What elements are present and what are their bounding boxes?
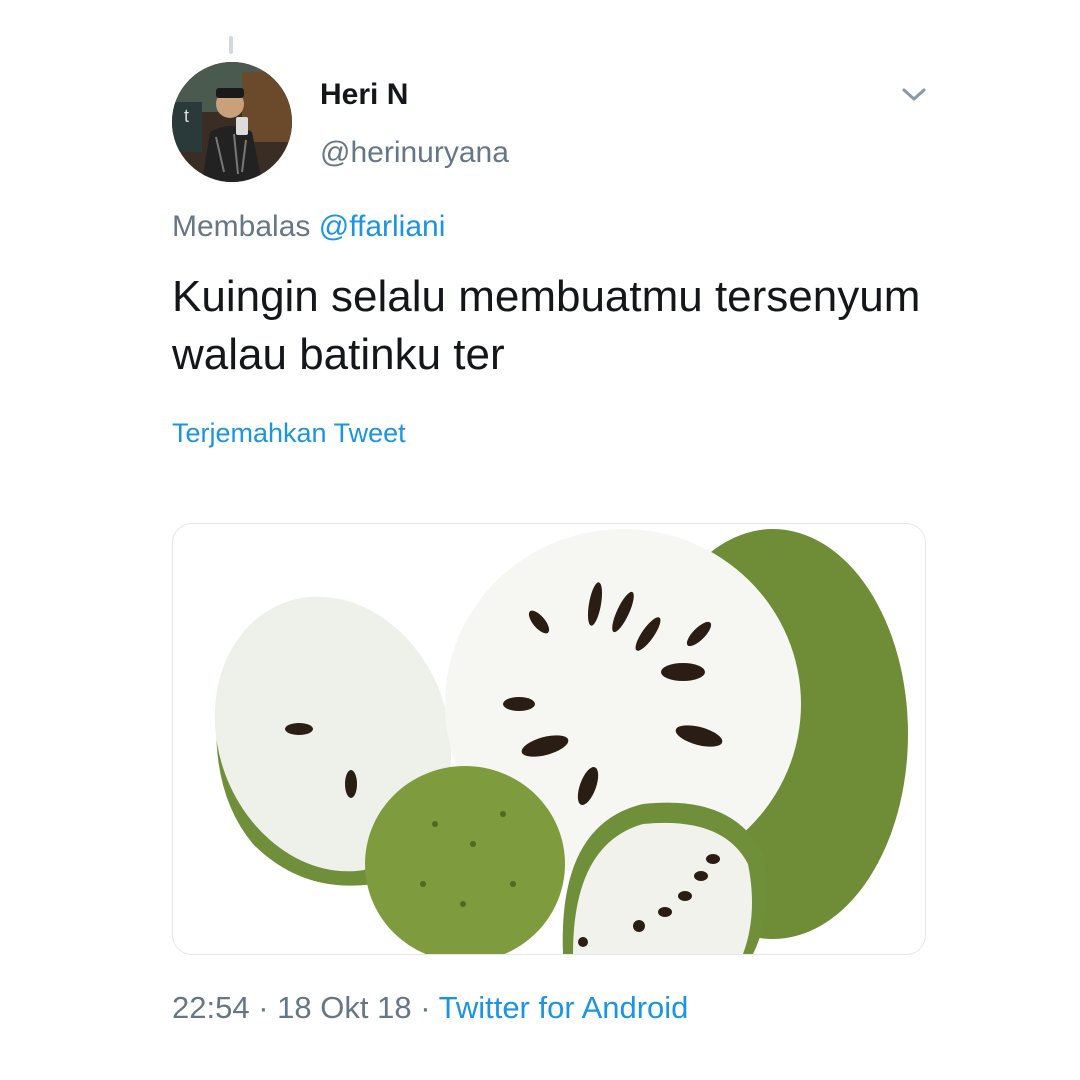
avatar[interactable]: t xyxy=(172,62,292,182)
tweet-meta: 22:54 · 18 Okt 18 · Twitter for Android xyxy=(172,990,688,1026)
meta-separator: · xyxy=(258,990,269,1025)
tweet-date[interactable]: 18 Okt 18 xyxy=(277,990,411,1025)
tweet-media-image[interactable] xyxy=(172,523,926,955)
tweet-source-link[interactable]: Twitter for Android xyxy=(439,990,689,1025)
tweet-time[interactable]: 22:54 xyxy=(172,990,250,1025)
tweet-card: t Heri N @herinuryana Membalas @ffarlian… xyxy=(0,0,1080,1080)
translate-tweet-link[interactable]: Terjemahkan Tweet xyxy=(172,418,406,449)
reply-mention-link[interactable]: @ffarliani xyxy=(319,210,446,243)
display-name[interactable]: Heri N xyxy=(320,78,408,112)
soursop-whole xyxy=(365,766,565,954)
reply-context: Membalas @ffarliani xyxy=(172,210,445,244)
chevron-down-icon[interactable] xyxy=(898,84,930,106)
meta-separator: · xyxy=(420,990,431,1025)
tweet-text: Kuingin selalu membuatmu tersenyum walau… xyxy=(172,272,921,379)
user-handle[interactable]: @herinuryana xyxy=(320,136,509,170)
thread-connector-line xyxy=(229,36,233,54)
svg-text:t: t xyxy=(184,106,189,126)
reply-prefix: Membalas xyxy=(172,210,311,243)
